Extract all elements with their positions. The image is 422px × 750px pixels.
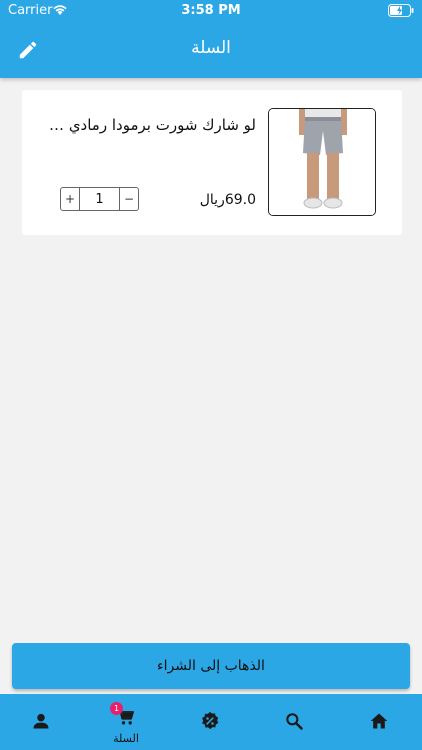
- tab-home[interactable]: [349, 694, 409, 750]
- page-title: السلة: [191, 38, 231, 58]
- quantity-value: 1: [95, 191, 104, 207]
- checkout-button[interactable]: الذهاب إلى الشراء: [12, 643, 410, 689]
- tab-profile[interactable]: [11, 694, 71, 750]
- person-icon: [33, 713, 49, 729]
- product-name[interactable]: لو شارك شورت برمودا رمادي -ر...: [46, 116, 256, 134]
- product-image[interactable]: [268, 108, 376, 216]
- tab-cart[interactable]: 1 السلة: [96, 694, 156, 750]
- app-header: Carrier 3:58 PM السلة: [0, 0, 422, 78]
- increment-button[interactable]: +: [61, 188, 80, 210]
- product-price: 69.0ريال: [199, 192, 256, 208]
- tab-bar: 1 السلة: [0, 694, 422, 750]
- battery-icon: [388, 4, 414, 17]
- cart-count-badge: 1: [110, 702, 123, 715]
- search-icon: [286, 713, 303, 730]
- status-bar: Carrier 3:58 PM: [0, 0, 422, 22]
- tab-cart-label: السلة: [113, 732, 139, 745]
- tab-offers[interactable]: [180, 694, 240, 750]
- discount-icon: [202, 711, 219, 730]
- status-time: 3:58 PM: [181, 3, 241, 18]
- quantity-stepper: + 1 −: [60, 187, 139, 211]
- home-icon: [370, 713, 388, 729]
- tab-search[interactable]: [264, 694, 324, 750]
- decrement-button[interactable]: −: [119, 188, 138, 210]
- shorts-model-image: [269, 109, 375, 215]
- cart-item-card: لو شارك شورت برمودا رمادي -ر... 69.0ريال…: [22, 90, 402, 235]
